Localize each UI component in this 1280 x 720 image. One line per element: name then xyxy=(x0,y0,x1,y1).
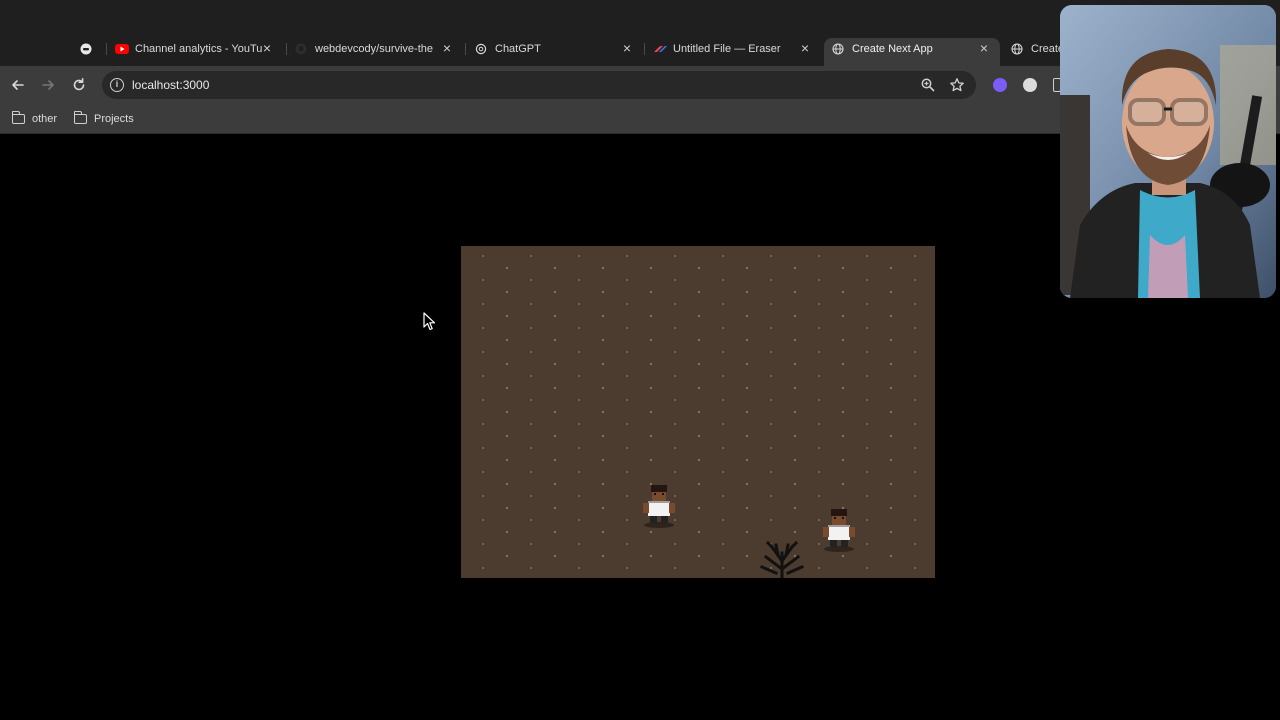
player-sprite xyxy=(643,485,675,528)
bookmark-label: other xyxy=(32,113,58,125)
close-tab-icon[interactable]: × xyxy=(619,40,635,56)
globe-icon xyxy=(832,43,844,55)
github-icon xyxy=(295,43,307,55)
close-tab-icon[interactable]: × xyxy=(797,40,813,56)
site-info-icon[interactable]: i xyxy=(110,78,124,92)
tab-channel-analytics[interactable]: Channel analytics - YouTu × xyxy=(115,38,275,60)
address-bar[interactable]: i xyxy=(102,71,976,99)
close-tab-icon[interactable]: × xyxy=(259,40,275,56)
bookmark-folder-other[interactable]: other xyxy=(11,111,58,126)
tab-label: Create xyxy=(1031,43,1060,55)
mouse-cursor-icon xyxy=(423,312,436,331)
extension-icon[interactable] xyxy=(993,78,1007,92)
tab-label: Untitled File — Eraser xyxy=(673,43,781,55)
tab-create-next-app-2[interactable]: Create xyxy=(1011,38,1060,60)
tab-label: webdevcody/survive-the xyxy=(315,43,434,55)
bookmark-star-icon[interactable] xyxy=(949,77,965,93)
tab-label: Channel analytics - YouTu xyxy=(135,43,263,55)
tab-label: Create Next App xyxy=(852,43,933,55)
close-tab-icon[interactable]: × xyxy=(439,40,455,56)
webcam-overlay xyxy=(1060,5,1276,298)
bookmark-folder-projects[interactable]: Projects xyxy=(73,111,134,126)
tab-separator xyxy=(644,43,645,55)
tab-github-repo[interactable]: webdevcody/survive-the × xyxy=(295,38,455,60)
folder-icon xyxy=(73,111,87,124)
tab-chatgpt[interactable]: ChatGPT × xyxy=(475,38,635,60)
globe-icon xyxy=(1011,43,1023,55)
tab-separator xyxy=(465,43,466,55)
zoom-icon[interactable] xyxy=(920,77,936,93)
folder-icon xyxy=(11,111,25,124)
youtube-icon xyxy=(115,43,129,55)
tab-eraser[interactable]: Untitled File — Eraser × xyxy=(653,38,813,60)
tab-pinned[interactable] xyxy=(80,38,94,60)
tab-separator xyxy=(106,43,107,55)
chatgpt-icon xyxy=(475,43,487,55)
bookmark-label: Projects xyxy=(94,113,134,125)
extension-clock-icon[interactable] xyxy=(1023,78,1037,92)
reload-icon[interactable] xyxy=(69,75,89,95)
player-sprite xyxy=(823,509,855,552)
url-input[interactable] xyxy=(132,75,892,95)
dead-bush-sprite xyxy=(760,540,804,578)
back-arrow-icon[interactable] xyxy=(8,75,28,95)
tab-separator xyxy=(286,43,287,55)
forward-arrow-icon[interactable] xyxy=(38,75,58,95)
tab-create-next-app-active[interactable]: Create Next App × xyxy=(832,38,992,60)
game-canvas[interactable] xyxy=(461,246,935,578)
close-tab-icon[interactable]: × xyxy=(976,40,992,56)
tab-label: ChatGPT xyxy=(495,43,541,55)
generic-favicon-icon xyxy=(80,43,92,55)
webcam-person-image xyxy=(1060,5,1276,298)
eraser-icon xyxy=(653,43,667,55)
